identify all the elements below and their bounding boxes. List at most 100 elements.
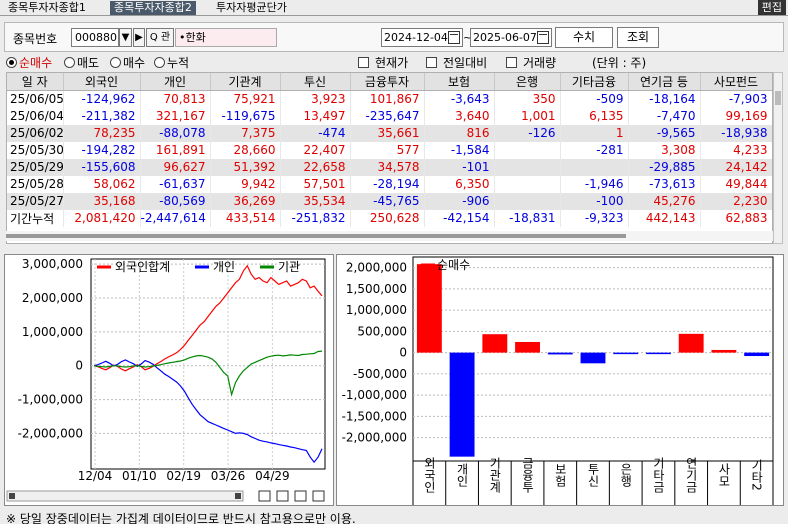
y-tick-label: 500,000 xyxy=(357,324,407,338)
column-header[interactable]: 은행 xyxy=(494,73,561,91)
scrollbar-thumb[interactable] xyxy=(6,234,626,238)
column-header[interactable]: 개인 xyxy=(140,73,211,91)
x-tick-label: 01/10 xyxy=(122,469,157,483)
y-tick-label: -2,000,000 xyxy=(18,426,83,440)
code-dropdown-button[interactable]: ▼ xyxy=(119,28,132,47)
table-cell: 9,942 xyxy=(210,175,281,193)
code-search-button[interactable]: Q 관 xyxy=(146,28,174,47)
category-label: 투신 xyxy=(586,463,600,487)
table-cell: 3,308 xyxy=(628,141,701,159)
table-cell: 기간누적 xyxy=(7,209,64,227)
category-label: 보험 xyxy=(553,463,567,487)
table-row[interactable]: 25/05/29 -155,608 96,627 51,392 22,658 34,578… xyxy=(7,158,772,176)
table-cell: 816 xyxy=(424,124,495,142)
table-cell: 25/06/04 xyxy=(7,107,64,125)
table-cell: -101 xyxy=(424,158,495,176)
table-cell: -18,164 xyxy=(628,90,701,108)
table-cell: 25/05/27 xyxy=(7,192,64,210)
column-header[interactable]: 보험 xyxy=(424,73,495,91)
table-cell: -28,194 xyxy=(350,175,425,193)
table-cell: 62,883 xyxy=(700,209,772,227)
date-to-value: 2025-06-07 xyxy=(473,31,537,44)
stock-code-input[interactable]: 000880 xyxy=(71,28,119,47)
tab-investor-summary-2[interactable]: 종목투자자종합2 xyxy=(110,1,196,15)
table-row[interactable]: 25/05/27 35,168 -80,569 36,269 35,534 -45,765… xyxy=(7,192,772,210)
table-cell: 78,235 xyxy=(63,124,141,142)
table-row[interactable]: 25/05/30 -194,282 161,891 28,660 22,407 577 -1… xyxy=(7,141,772,159)
table-cell: 101,867 xyxy=(350,90,425,108)
date-from-value: 2024-12-04 xyxy=(384,31,448,44)
date-from-input[interactable]: 2024-12-04 xyxy=(381,28,463,47)
query-button[interactable]: 조회 xyxy=(617,27,659,48)
category-label: 기타2 xyxy=(750,459,764,491)
table-cell: 28,660 xyxy=(210,141,281,159)
column-header[interactable]: 투신 xyxy=(280,73,351,91)
zoom-out-icon xyxy=(312,490,325,502)
table-row[interactable]: 25/05/28 58,062 -61,637 9,942 57,501 -28,194 6… xyxy=(7,175,772,193)
column-header[interactable]: 기타금융 xyxy=(560,73,629,91)
table-horizontal-scrollbar[interactable] xyxy=(6,231,773,241)
checkbox-prev-diff[interactable]: 전일대비 xyxy=(426,54,487,71)
bar xyxy=(482,334,508,353)
table-cell: -7,903 xyxy=(700,90,772,108)
code-next-button[interactable]: ▶ xyxy=(133,28,145,47)
table-cell: 2,230 xyxy=(700,192,772,210)
table-cell: -45,765 xyxy=(350,192,425,210)
table-cell: 13,497 xyxy=(280,107,351,125)
radio-net-buy[interactable]: 순매수 xyxy=(6,54,52,71)
bar xyxy=(646,352,671,355)
column-header[interactable]: 금융투자 xyxy=(350,73,425,91)
options-row: 순매수 매도 매수 누적 현재가 전일대비 거래량 (단위 : 주) xyxy=(6,54,786,70)
radio-cumulative[interactable]: 누적 xyxy=(154,54,189,71)
checkbox-volume[interactable]: 거래량 xyxy=(506,54,556,71)
calendar-icon[interactable] xyxy=(448,31,460,44)
radio-buy[interactable]: 매수 xyxy=(110,54,145,71)
table-cell: -1,946 xyxy=(560,175,629,193)
tab-investor-summary-1[interactable]: 종목투자자종합1 xyxy=(4,1,90,15)
radio-sell[interactable]: 매도 xyxy=(64,54,99,71)
net-buy-bar-chart-panel: 2,000,000 1,500,000 1,000,000 500,000 0 -500,… xyxy=(336,254,784,506)
bar xyxy=(515,341,540,353)
net-buy-bar-chart: 2,000,000 1,500,000 1,000,000 500,000 0 -500,… xyxy=(342,256,774,505)
tab-investor-average-price[interactable]: 투자자평균단가 xyxy=(212,1,291,15)
date-to-input[interactable]: 2025-06-07 xyxy=(470,28,552,47)
table-row[interactable]: 25/06/04 -211,382 321,167 -119,675 13,497 -23… xyxy=(7,107,772,125)
bar xyxy=(744,352,770,357)
chevron-down-icon: ▼ xyxy=(121,32,130,43)
value-button[interactable]: 수치 xyxy=(555,27,613,48)
radio-indicator xyxy=(6,57,17,68)
cumulative-line-chart-panel: 3,000,000 2,000,000 1,000,000 0 -1,000,000 -2… xyxy=(4,254,334,506)
table-row[interactable]: 25/06/02 78,235 -88,078 7,375 -474 35,661 816-… xyxy=(7,124,772,142)
checkbox-current-price[interactable]: 현재가 xyxy=(358,54,408,71)
table-cell xyxy=(560,158,629,176)
column-header[interactable]: 일 자 xyxy=(7,73,64,91)
y-tick-label: -1,500,000 xyxy=(342,409,407,423)
calendar-icon[interactable] xyxy=(537,31,549,44)
column-header[interactable]: 연기금 등 xyxy=(628,73,701,91)
table-row[interactable]: 25/06/05 -124,962 70,813 75,921 3,923 101,867… xyxy=(7,90,772,108)
y-tick-label: 1,000,000 xyxy=(22,325,83,339)
table-cell: 25/05/30 xyxy=(7,141,64,159)
table-vertical-scrollbar[interactable] xyxy=(773,72,783,244)
table-cell: 1,001 xyxy=(494,107,561,125)
table-cell: 7,375 xyxy=(210,124,281,142)
column-header[interactable]: 기관계 xyxy=(210,73,281,91)
table-cell: 35,168 xyxy=(63,192,141,210)
table-cell: 25/06/05 xyxy=(7,90,64,108)
tab-bar: 종목투자자종합1 종목투자자종합2 투자자평균단가 편집 xyxy=(0,0,788,16)
table-cell: 1 xyxy=(560,124,629,142)
y-tick-label: -2,000,000 xyxy=(342,431,407,445)
cumulative-line-chart: 3,000,000 2,000,000 1,000,000 0 -1,000,000 -2… xyxy=(6,257,326,502)
table-cell: 6,135 xyxy=(560,107,629,125)
column-header[interactable]: 외국인 xyxy=(63,73,141,91)
table-cell: -61,637 xyxy=(140,175,211,193)
table-cell: -100 xyxy=(560,192,629,210)
total-row[interactable]: 기간누적 2,081,420 -2,447,614 433,514 -251,832 25… xyxy=(7,209,772,227)
column-header[interactable]: 사모펀드 xyxy=(700,73,772,91)
category-label: 외국인 xyxy=(422,457,436,493)
scrollbar-thumb[interactable] xyxy=(775,91,781,105)
search-panel: 종목번호 000880 ▼ ▶ Q 관 •한화 2024-12-04 ~ 202… xyxy=(4,22,784,52)
edit-button[interactable]: 편집 xyxy=(757,0,786,15)
search-icon xyxy=(294,490,307,502)
table-cell: -7,470 xyxy=(628,107,701,125)
